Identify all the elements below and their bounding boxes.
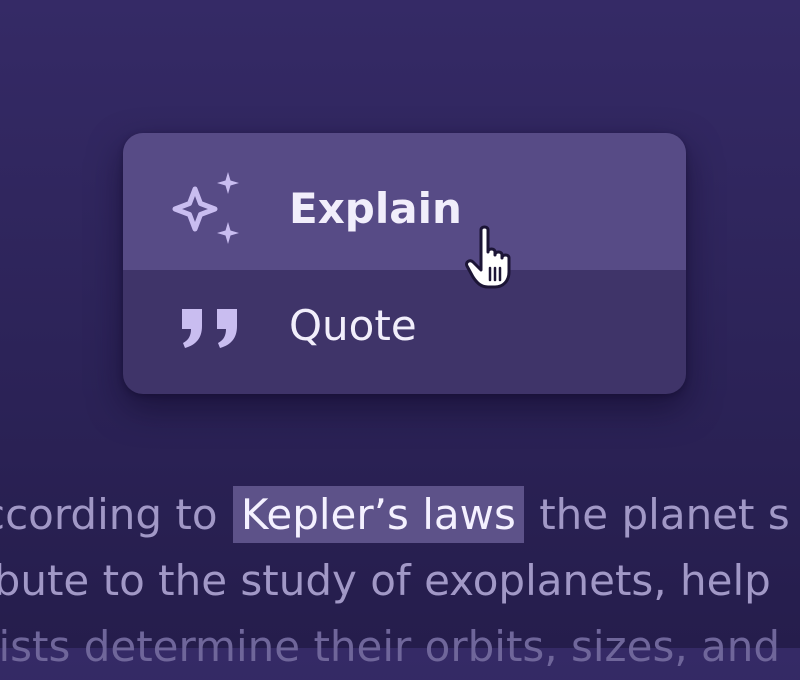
menu-item-explain[interactable]: Explain — [123, 133, 686, 270]
text-line: ibute to the study of exoplanets, help — [0, 556, 771, 605]
text-line: tists determine their orbits, sizes, and — [0, 622, 781, 671]
menu-item-label: Quote — [289, 301, 417, 350]
selection-context-menu: Explain Quote — [123, 133, 686, 394]
menu-item-quote[interactable]: Quote — [123, 270, 686, 394]
article-text: ccording to Kepler’s laws the planet s i… — [0, 482, 800, 680]
menu-item-label: Explain — [289, 184, 462, 233]
text-line: ccording to Kepler’s laws the planet s — [0, 482, 800, 548]
selected-text-highlight[interactable]: Kepler’s laws — [232, 486, 524, 543]
text-segment: the planet s — [539, 490, 790, 539]
text-segment: ccording to — [0, 490, 218, 539]
quote-icon — [182, 309, 237, 348]
sparkles-icon — [172, 172, 239, 244]
pointer-hand-cursor-icon — [465, 225, 511, 289]
